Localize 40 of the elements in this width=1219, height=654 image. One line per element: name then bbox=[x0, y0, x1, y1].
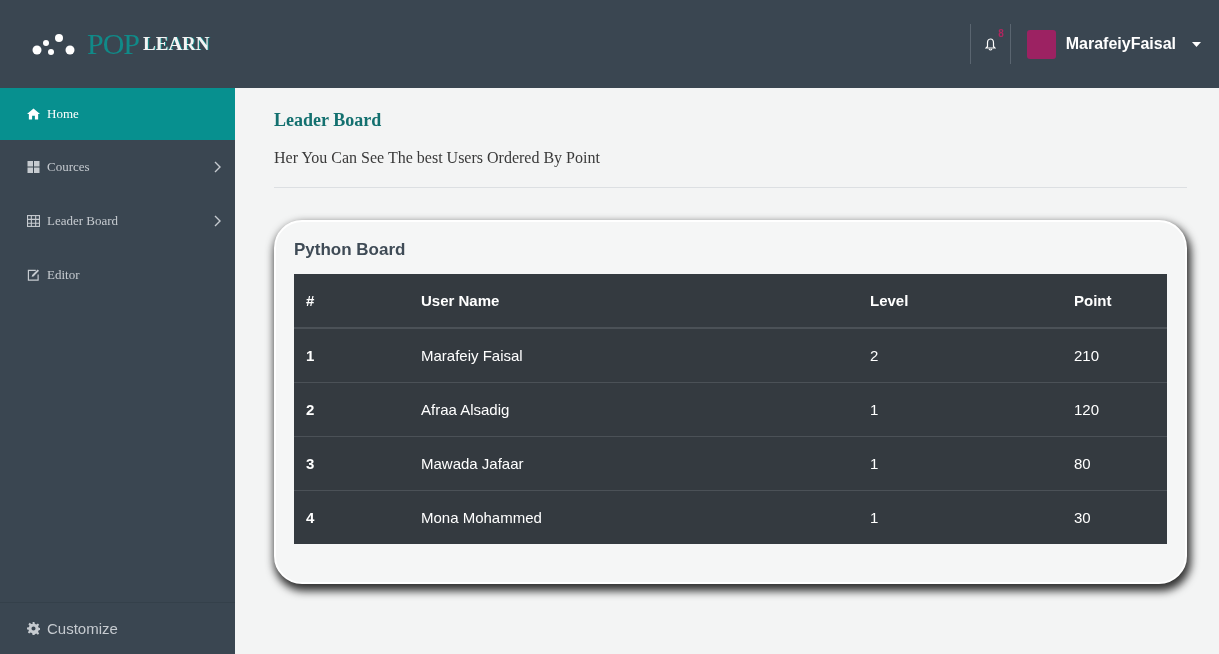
logo-text: LEARN bbox=[143, 33, 210, 55]
table-cell: 1 bbox=[858, 382, 1062, 437]
caret-icon bbox=[1192, 41, 1201, 47]
sidebar-item[interactable]: Editor bbox=[0, 248, 235, 302]
table-cell: 80 bbox=[1062, 436, 1167, 491]
table-cell: 3 bbox=[294, 436, 409, 491]
grid-icon bbox=[27, 161, 40, 173]
bell-icon bbox=[984, 37, 996, 51]
table-cell: 1 bbox=[858, 490, 1062, 544]
sidebar-item[interactable]: Home bbox=[0, 88, 235, 140]
user-menu[interactable]: MarafeiyFaisal bbox=[1010, 29, 1219, 59]
home-icon bbox=[27, 108, 40, 120]
page-subtitle: Her You Can See The best Users Ordered By Point bbox=[274, 149, 601, 167]
card-title: Python Board bbox=[294, 240, 407, 260]
table-cell: 30 bbox=[1062, 490, 1167, 544]
table-icon bbox=[27, 215, 40, 227]
dots-logo-icon bbox=[32, 31, 77, 57]
table-cell: 2 bbox=[858, 328, 1062, 383]
table-cell: Mawada Jafaar bbox=[409, 436, 858, 491]
gear-icon bbox=[27, 622, 40, 635]
edit-icon bbox=[27, 269, 40, 281]
column-header: Level bbox=[858, 274, 1062, 328]
table-cell: 2 bbox=[294, 382, 409, 437]
table-cell: 210 bbox=[1062, 328, 1167, 383]
column-header: Point bbox=[1062, 274, 1167, 328]
page-title: Leader Board bbox=[274, 110, 383, 131]
notification-count: 8 bbox=[998, 28, 1004, 39]
table-cell: 120 bbox=[1062, 382, 1167, 437]
table-cell: Afraa Alsadig bbox=[409, 382, 858, 437]
avatar bbox=[1026, 29, 1056, 59]
table-cell: 1 bbox=[294, 328, 409, 383]
logo-text: POP bbox=[87, 27, 140, 61]
table-cell: 1 bbox=[858, 436, 1062, 491]
column-header: User Name bbox=[409, 274, 858, 328]
table-cell: Mona Mohammed bbox=[409, 490, 858, 544]
sidebar-item[interactable]: Leader Board bbox=[0, 194, 235, 248]
table-cell: Marafeiy Faisal bbox=[409, 328, 858, 383]
table-cell: 4 bbox=[294, 490, 409, 544]
column-header: # bbox=[294, 274, 409, 328]
sidebar-item[interactable]: Cources bbox=[0, 140, 235, 194]
